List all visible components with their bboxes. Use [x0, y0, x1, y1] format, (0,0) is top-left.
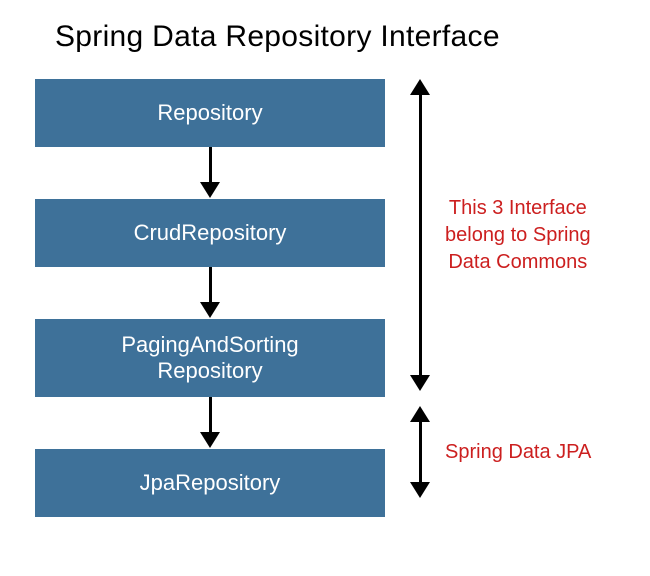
annotation-spring-data-jpa: Spring Data JPA	[445, 439, 591, 466]
box-text-line: PagingAndSorting	[121, 332, 298, 358]
arrow-down-icon	[200, 267, 220, 319]
annotation-line: belong to Spring	[445, 224, 591, 246]
arrow-down-icon	[200, 147, 220, 199]
annotation-spring-data-commons: This 3 Interface belong to Spring Data C…	[445, 195, 591, 276]
annotations-column: This 3 Interface belong to Spring Data C…	[410, 79, 591, 517]
box-text-line: Repository	[157, 358, 262, 384]
annotation-line: Data Commons	[448, 251, 587, 273]
bracket-spring-data-commons: This 3 Interface belong to Spring Data C…	[410, 79, 591, 391]
hierarchy-column: Repository CrudRepository PagingAndSorti…	[35, 79, 385, 517]
diagram-body: Repository CrudRepository PagingAndSorti…	[35, 79, 630, 517]
arrow-down-icon	[200, 397, 220, 449]
bracket-spring-data-jpa: Spring Data JPA	[410, 406, 591, 498]
double-arrow-icon	[410, 406, 430, 498]
diagram-title: Spring Data Repository Interface	[55, 20, 630, 54]
annotation-line: This 3 Interface	[449, 197, 587, 219]
double-arrow-icon	[410, 79, 430, 391]
box-repository: Repository	[35, 79, 385, 147]
box-paging-sorting-repository: PagingAndSorting Repository	[35, 319, 385, 397]
box-crud-repository: CrudRepository	[35, 199, 385, 267]
box-jpa-repository: JpaRepository	[35, 449, 385, 517]
